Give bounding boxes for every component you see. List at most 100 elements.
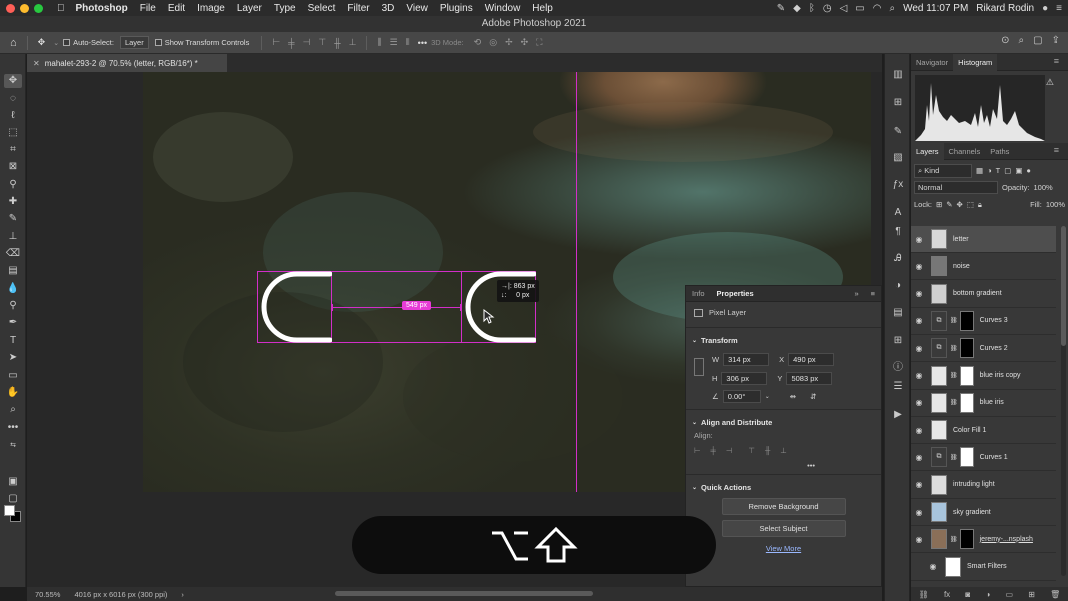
adjustment-layer-icon[interactable]: ⧉: [931, 338, 947, 359]
frame-tool-icon[interactable]: ⊠: [4, 160, 22, 174]
properties-icon[interactable]: ☰: [891, 380, 905, 394]
layer-thumbnail[interactable]: [931, 474, 947, 495]
menubar-user[interactable]: Rikard Rodin: [976, 3, 1034, 14]
chevron-down-icon[interactable]: ⌄: [692, 337, 697, 344]
layer-row[interactable]: ◉ sky gradient: [911, 499, 1056, 526]
move-tool-icon[interactable]: ✥: [4, 74, 22, 88]
bluetooth-icon[interactable]: ᛒ: [809, 3, 815, 14]
link-dimensions-icon[interactable]: [694, 358, 704, 376]
play-action-icon[interactable]: ▶: [891, 408, 905, 422]
flip-vertical-icon[interactable]: ⇵: [810, 392, 816, 401]
align-vcenter-icon[interactable]: ╫: [765, 446, 770, 455]
align-left-icon[interactable]: ⊢: [272, 37, 280, 48]
filter-adjust-icon[interactable]: ◑: [987, 166, 992, 175]
layer-mask-thumbnail[interactable]: [959, 392, 974, 413]
chevron-down-icon[interactable]: ⌄: [692, 484, 697, 491]
brush-tool-icon[interactable]: ✎: [4, 212, 22, 226]
siri-icon[interactable]: ●: [1042, 3, 1048, 14]
pen-icon[interactable]: ✎: [777, 3, 785, 14]
lock-pixels-icon[interactable]: ✎: [946, 200, 952, 209]
eyedropper-tool-icon[interactable]: ⚲: [4, 178, 22, 192]
layer-thumbnail[interactable]: [931, 229, 947, 249]
align-left-icon[interactable]: ⊢: [694, 446, 701, 455]
wifi-icon[interactable]: ◠: [873, 3, 882, 14]
layer-name[interactable]: Curves 2: [980, 345, 1008, 352]
search-icon[interactable]: ⌕: [889, 3, 895, 14]
layer-name[interactable]: noise: [953, 263, 970, 270]
tab-navigator[interactable]: Navigator: [911, 58, 953, 67]
layer-row[interactable]: ◉ noise: [911, 253, 1056, 281]
layer-thumbnail[interactable]: [931, 392, 947, 413]
filter-toggle-icon[interactable]: ●: [1026, 166, 1031, 175]
lock-position-icon[interactable]: ✥: [957, 200, 963, 209]
visibility-eye-icon[interactable]: ◉: [911, 262, 927, 271]
layer-row[interactable]: ◉ ⧉ ⛓ Curves 1: [911, 444, 1056, 472]
menu-help[interactable]: Help: [526, 3, 559, 14]
apple-icon[interactable]: : [51, 3, 70, 14]
control-center-icon[interactable]: ≡: [1056, 3, 1062, 14]
tab-histogram[interactable]: Histogram: [953, 53, 998, 71]
history-icon[interactable]: ▥: [891, 68, 905, 82]
layer-name[interactable]: blue iris: [980, 399, 1004, 406]
menu-type[interactable]: Type: [268, 3, 302, 14]
layer-thumbnail[interactable]: [931, 529, 947, 550]
link-layers-icon[interactable]: ⛓: [919, 590, 929, 599]
app-menu[interactable]: Photoshop: [70, 3, 134, 14]
actions-icon[interactable]: ƒx: [891, 178, 905, 192]
visibility-eye-icon[interactable]: ◉: [925, 562, 941, 571]
layer-mask-thumbnail[interactable]: [959, 310, 974, 331]
menu-file[interactable]: File: [134, 3, 162, 14]
auto-select-dropdown[interactable]: Layer: [119, 36, 149, 49]
layer-row[interactable]: ◉ ⧉ ⛓ Curves 3: [911, 308, 1056, 335]
layer-name[interactable]: intruding light: [953, 481, 995, 488]
panel-menu-icon[interactable]: ≡: [1049, 56, 1064, 66]
layer-row[interactable]: ◉ letter: [911, 226, 1056, 253]
layer-filter-dropdown[interactable]: ⌕ Kind: [914, 163, 972, 178]
share-export-icon[interactable]: ⇪: [1052, 35, 1060, 46]
search-icon[interactable]: ⌕: [1019, 35, 1025, 46]
layer-row[interactable]: ◉ ⛓ blue iris: [911, 390, 1056, 417]
remove-background-button[interactable]: Remove Background: [721, 498, 846, 515]
dodge-tool-icon[interactable]: ⚲: [4, 299, 22, 313]
menu-view[interactable]: View: [400, 3, 434, 14]
mask-link-icon[interactable]: ⛓: [950, 454, 958, 461]
new-adjustment-icon[interactable]: ◑: [985, 590, 990, 599]
new-group-icon[interactable]: ▭: [1005, 590, 1013, 599]
crop-tool-icon[interactable]: ⌗: [4, 143, 22, 157]
brush-settings-icon[interactable]: ✎: [891, 125, 905, 139]
warning-icon[interactable]: ⚠: [1046, 77, 1054, 88]
paragraph-icon[interactable]: ¶: [891, 225, 905, 239]
align-hcenter-icon[interactable]: ╪: [711, 446, 716, 455]
adjustment-layer-icon[interactable]: ⧉: [931, 447, 947, 468]
layer-thumbnail[interactable]: [931, 420, 947, 441]
layer-thumbnail[interactable]: [931, 283, 947, 304]
minimize-window-button[interactable]: [20, 3, 29, 13]
layer-row[interactable]: ◉ ⛓ blue iris copy: [911, 363, 1056, 390]
layer-row[interactable]: ◉ ⧉ ⛓ Curves 2: [911, 335, 1056, 363]
type-tool-icon[interactable]: T: [4, 334, 22, 348]
align-right-icon[interactable]: ⊣: [726, 446, 733, 455]
layer-row[interactable]: ◉ bottom gradient: [911, 281, 1056, 308]
adjustments-icon[interactable]: ◑: [891, 279, 905, 293]
path-select-icon[interactable]: ➤: [4, 351, 22, 365]
menu-3d[interactable]: 3D: [376, 3, 401, 14]
visibility-eye-icon[interactable]: ◉: [911, 344, 927, 353]
height-field[interactable]: 306 px: [721, 372, 768, 385]
foreground-color-swatch[interactable]: [4, 505, 15, 516]
layer-row[interactable]: Gaussian Blur: [911, 581, 1056, 586]
layer-thumbnail[interactable]: [945, 556, 961, 577]
move-tool-icon[interactable]: ✥: [38, 37, 46, 48]
mask-link-icon[interactable]: ⛓: [950, 399, 958, 406]
document-info[interactable]: 4016 px x 6016 px (300 ppi): [74, 590, 167, 599]
distribute-icon[interactable]: ⫼: [377, 37, 381, 48]
scroll-thumb[interactable]: [1061, 226, 1066, 346]
gradients-icon[interactable]: ▤: [891, 306, 905, 320]
distribute-horizontal-icon[interactable]: ⦀: [406, 37, 410, 48]
quick-actions-header[interactable]: ⌄ Quick Actions: [686, 479, 881, 496]
filter-shape-icon[interactable]: ▢: [1004, 166, 1011, 175]
more-options-icon[interactable]: •••: [807, 461, 815, 470]
share-icon[interactable]: ⊙: [1001, 35, 1009, 46]
fill-value[interactable]: 100%: [1046, 200, 1065, 209]
visibility-eye-icon[interactable]: ◉: [911, 398, 927, 407]
filter-type-icon[interactable]: T: [996, 166, 1001, 175]
